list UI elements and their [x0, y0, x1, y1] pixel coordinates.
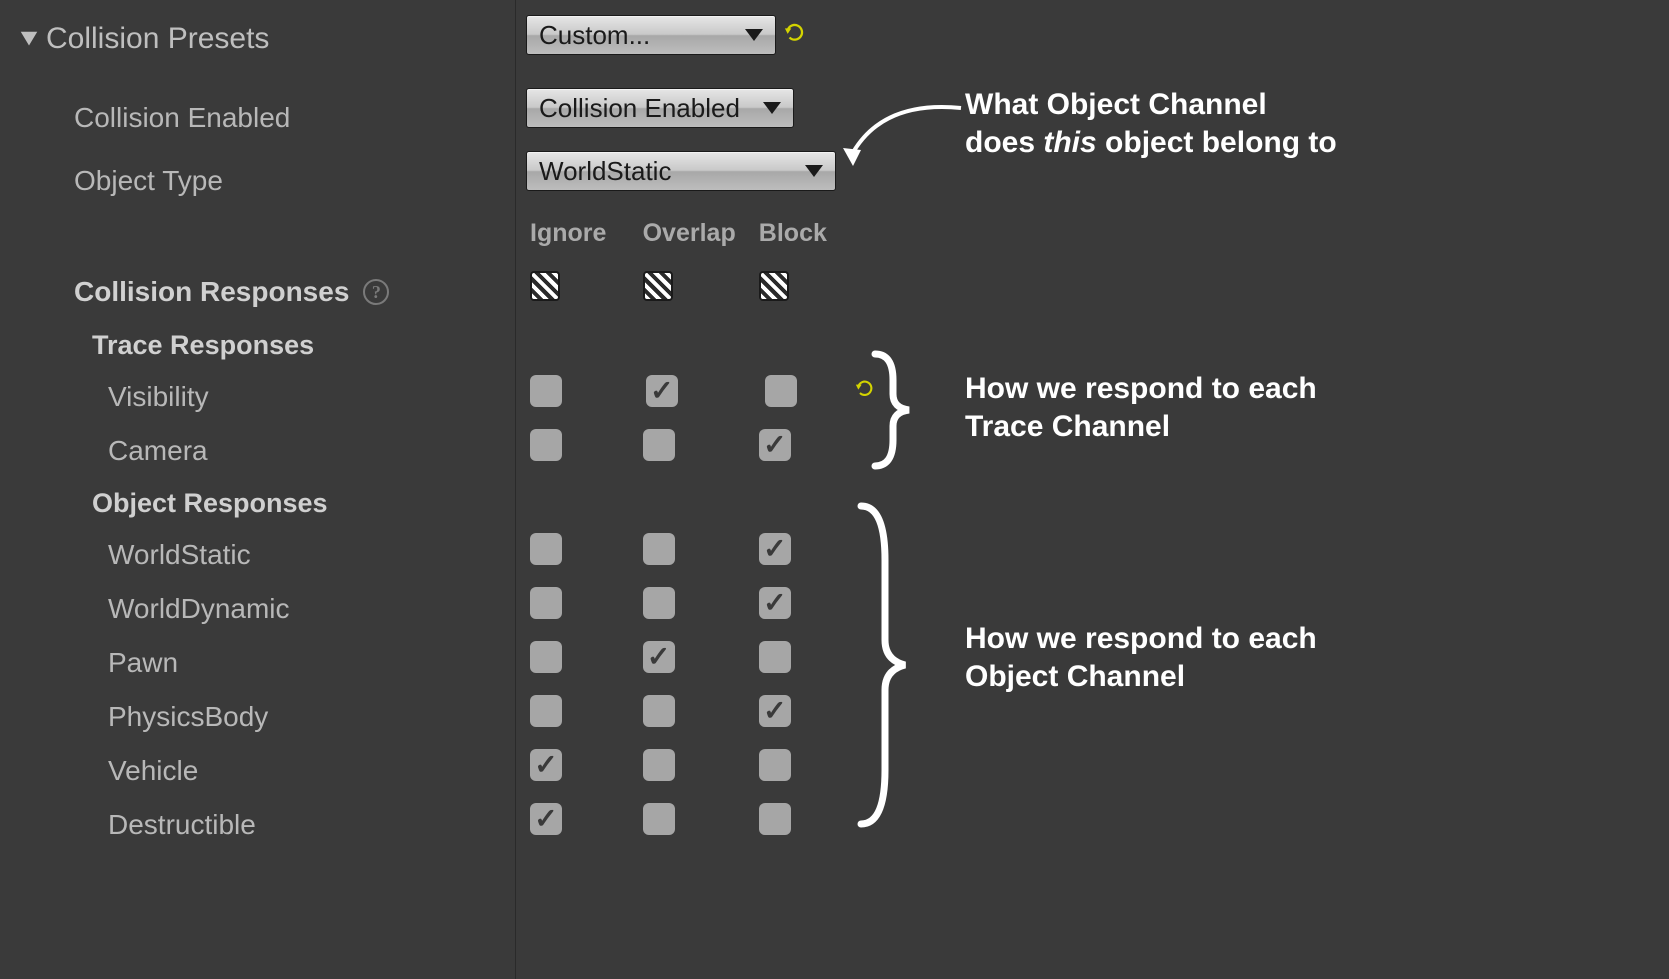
- trace-channel-row: [526, 364, 875, 418]
- object-channel-block-checkbox[interactable]: [759, 587, 791, 619]
- object-channel-row: [526, 684, 875, 738]
- object-channel-label: WorldStatic: [18, 539, 251, 571]
- arrow-to-object-type: [841, 100, 981, 180]
- object-channel-row: [526, 576, 875, 630]
- trace-channel-labels: Visibility Camera: [18, 370, 515, 478]
- trace-channel-label: Camera: [18, 435, 208, 467]
- block-column-header: Block: [759, 219, 875, 248]
- object-channel-overlap-checkbox[interactable]: [643, 695, 675, 727]
- object-type-value: WorldStatic: [539, 156, 671, 187]
- overlap-all-checkbox[interactable]: [643, 271, 673, 301]
- trace-responses-heading: Trace Responses: [18, 330, 314, 361]
- object-channel-label: WorldDynamic: [18, 593, 290, 625]
- object-channel-ignore-checkbox[interactable]: [530, 749, 562, 781]
- response-column-headers: Ignore Overlap Block: [526, 204, 875, 252]
- brace-trace-channels: [865, 350, 925, 470]
- object-channel-ignore-checkbox[interactable]: [530, 641, 562, 673]
- collision-presets-header[interactable]: Collision Presets: [18, 10, 515, 68]
- brace-object-channels: [851, 500, 921, 830]
- collision-responses-heading: Collision Responses ?: [18, 276, 389, 308]
- object-channel-block-checkbox[interactable]: [759, 533, 791, 565]
- collision-enabled-dropdown[interactable]: Collision Enabled: [526, 88, 794, 128]
- object-channel-overlap-checkbox[interactable]: [643, 641, 675, 673]
- object-channel-label: Pawn: [18, 647, 178, 679]
- overlap-column-header: Overlap: [643, 219, 759, 248]
- collision-presets-label: Collision Presets: [46, 22, 269, 56]
- object-channel-block-checkbox[interactable]: [759, 803, 791, 835]
- trace-channel-values: [526, 364, 875, 472]
- object-channel-overlap-checkbox[interactable]: [643, 533, 675, 565]
- chevron-down-icon: [805, 165, 823, 177]
- object-channel-block-checkbox[interactable]: [759, 695, 791, 727]
- object-channel-ignore-checkbox[interactable]: [530, 587, 562, 619]
- trace-channel-overlap-checkbox[interactable]: [646, 375, 678, 407]
- object-channel-row: [526, 522, 875, 576]
- collision-responses-master-row: [526, 258, 875, 314]
- object-channel-overlap-checkbox[interactable]: [643, 749, 675, 781]
- object-channel-overlap-checkbox[interactable]: [643, 803, 675, 835]
- chevron-down-icon: [745, 29, 763, 41]
- trace-channel-ignore-checkbox[interactable]: [530, 429, 562, 461]
- block-all-checkbox[interactable]: [759, 271, 789, 301]
- trace-channel-block-checkbox[interactable]: [765, 375, 797, 407]
- object-channel-label: Destructible: [18, 809, 256, 841]
- object-responses-heading: Object Responses: [18, 488, 328, 519]
- object-channel-ignore-checkbox[interactable]: [530, 533, 562, 565]
- object-channel-ignore-checkbox[interactable]: [530, 803, 562, 835]
- object-channel-ignore-checkbox[interactable]: [530, 695, 562, 727]
- trace-channel-overlap-checkbox[interactable]: [643, 429, 675, 461]
- object-channel-block-checkbox[interactable]: [759, 749, 791, 781]
- annotation-trace-response: How we respond to eachTrace Channel: [965, 370, 1317, 445]
- help-icon[interactable]: ?: [363, 279, 389, 305]
- object-channel-row: [526, 630, 875, 684]
- object-channel-values: [526, 522, 875, 846]
- object-channel-overlap-checkbox[interactable]: [643, 587, 675, 619]
- object-type-dropdown[interactable]: WorldStatic: [526, 151, 836, 191]
- annotation-overlay: What Object Channeldoes this object belo…: [875, 0, 1669, 979]
- object-channel-label: PhysicsBody: [18, 701, 268, 733]
- preset-dropdown-value: Custom...: [539, 20, 650, 51]
- trace-channel-row: [526, 418, 875, 472]
- trace-channel-label: Visibility: [18, 381, 209, 413]
- collision-preset-dropdown[interactable]: Custom...: [526, 15, 776, 55]
- object-type-label: Object Type: [18, 165, 223, 197]
- object-channel-block-checkbox[interactable]: [759, 641, 791, 673]
- ignore-column-header: Ignore: [526, 219, 643, 248]
- reset-to-default-icon[interactable]: [784, 21, 806, 50]
- object-channel-row: [526, 738, 875, 792]
- annotation-object-response: How we respond to eachObject Channel: [965, 620, 1317, 695]
- property-labels-column: Collision Presets Collision Enabled Obje…: [0, 0, 515, 979]
- object-channel-labels: WorldStatic WorldDynamic Pawn PhysicsBody Ve…: [18, 528, 515, 852]
- collision-enabled-value: Collision Enabled: [539, 93, 740, 124]
- chevron-down-icon: [763, 102, 781, 114]
- expand-triangle-icon: [18, 29, 40, 51]
- property-values-column: Custom... Collision Enabled WorldStat: [515, 0, 875, 979]
- trace-channel-block-checkbox[interactable]: [759, 429, 791, 461]
- object-channel-label: Vehicle: [18, 755, 198, 787]
- annotation-object-channel: What Object Channeldoes this object belo…: [965, 86, 1337, 161]
- collision-enabled-label: Collision Enabled: [18, 102, 290, 134]
- trace-channel-ignore-checkbox[interactable]: [530, 375, 562, 407]
- ignore-all-checkbox[interactable]: [530, 271, 560, 301]
- object-channel-row: [526, 792, 875, 846]
